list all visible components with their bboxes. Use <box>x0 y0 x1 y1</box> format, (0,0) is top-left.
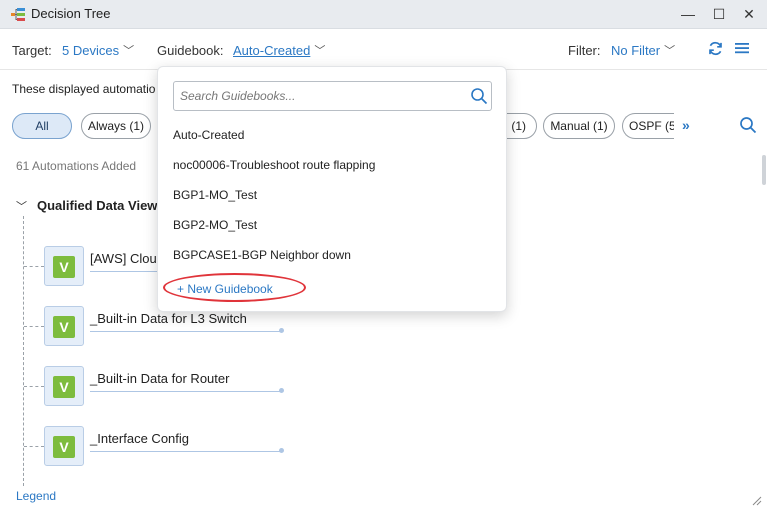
guidebook-selector[interactable]: Auto-Created ﹀ <box>233 43 325 59</box>
node-dot <box>279 328 284 333</box>
automation-description: These displayed automatio <box>12 82 156 96</box>
guidebook-value: Auto-Created <box>233 43 311 58</box>
chevron-down-icon: ﹀ <box>123 45 135 57</box>
chevron-down-icon: ﹀ <box>664 45 676 57</box>
node-underline <box>90 331 280 332</box>
resize-grip-icon[interactable] <box>752 496 764 508</box>
guidebook-option[interactable]: BGPCASE1-BGP Neighbor down <box>173 248 351 262</box>
legend-link[interactable]: Legend <box>16 489 56 503</box>
automations-count: 61 Automations Added <box>16 159 137 173</box>
menu-icon[interactable] <box>733 40 751 58</box>
chip-all[interactable]: All <box>12 113 72 139</box>
node-connector <box>24 266 44 267</box>
decision-tree-icon <box>11 8 25 21</box>
node-label: _Interface Config <box>90 431 190 446</box>
guidebook-search-box <box>173 81 492 111</box>
refresh-icon[interactable] <box>706 40 724 58</box>
new-guidebook-button[interactable]: + New Guidebook <box>177 282 273 296</box>
search-icon[interactable] <box>470 87 488 105</box>
filter-label: Filter: <box>568 43 601 58</box>
more-chips-icon[interactable]: » <box>682 117 690 133</box>
scrollbar[interactable] <box>762 155 766 185</box>
node-underline <box>90 391 280 392</box>
node-badge-box: V <box>44 306 84 346</box>
node-badge: V <box>53 316 75 338</box>
node-badge: V <box>53 256 75 278</box>
chip-always[interactable]: Always (1) <box>81 113 151 139</box>
node-label: _Built-in Data for L3 Switch <box>90 311 247 326</box>
guidebook-label: Guidebook: <box>157 43 224 58</box>
node-badge-box: V <box>44 426 84 466</box>
node-connector <box>24 386 44 387</box>
search-icon[interactable] <box>739 116 757 134</box>
tree-node[interactable]: V _Built-in Data for Router <box>24 366 294 406</box>
title-bar: Decision Tree — ☐ ✕ <box>0 0 767 29</box>
node-badge: V <box>53 436 75 458</box>
guidebook-search-input[interactable] <box>174 82 459 110</box>
window-title: Decision Tree <box>31 6 111 21</box>
chip-ospf[interactable]: OSPF (5) <box>622 113 674 139</box>
chevron-down-icon: ﹀ <box>16 201 27 213</box>
toolbar: Target: 5 Devices ﹀ Guidebook: Auto-Creat… <box>0 30 767 70</box>
target-value: 5 Devices <box>62 43 120 58</box>
guidebook-option[interactable]: Auto-Created <box>173 128 244 142</box>
node-dot <box>279 448 284 453</box>
node-dot <box>279 388 284 393</box>
guidebook-dropdown: Auto-Created noc00006-Troubleshoot route… <box>157 66 507 312</box>
filter-value: No Filter <box>611 43 661 58</box>
node-connector <box>24 446 44 447</box>
guidebook-option[interactable]: BGP1-MO_Test <box>173 188 257 202</box>
chip-manual[interactable]: Manual (1) <box>543 113 615 139</box>
target-label: Target: <box>12 43 52 58</box>
filter-selector[interactable]: No Filter ﹀ <box>611 43 675 59</box>
guidebook-option[interactable]: BGP2-MO_Test <box>173 218 257 232</box>
node-badge-box: V <box>44 246 84 286</box>
node-badge-box: V <box>44 366 84 406</box>
minimize-button[interactable]: — <box>677 4 699 24</box>
group-header[interactable]: ﹀ Qualified Data View <box>16 198 157 214</box>
maximize-button[interactable]: ☐ <box>708 4 730 24</box>
node-label: _Built-in Data for Router <box>90 371 230 386</box>
guidebook-option[interactable]: noc00006-Troubleshoot route flapping <box>173 158 375 172</box>
node-label: [AWS] Cloud <box>90 251 164 266</box>
target-selector[interactable]: 5 Devices ﹀ <box>62 43 134 59</box>
tree-node[interactable]: V _Interface Config <box>24 426 294 466</box>
group-label: Qualified Data View <box>37 198 158 213</box>
close-button[interactable]: ✕ <box>738 4 760 24</box>
tree-node[interactable]: V _Built-in Data for L3 Switch <box>24 306 294 346</box>
node-badge: V <box>53 376 75 398</box>
chevron-down-icon: ﹀ <box>314 45 326 57</box>
node-underline <box>90 451 280 452</box>
node-connector <box>24 326 44 327</box>
